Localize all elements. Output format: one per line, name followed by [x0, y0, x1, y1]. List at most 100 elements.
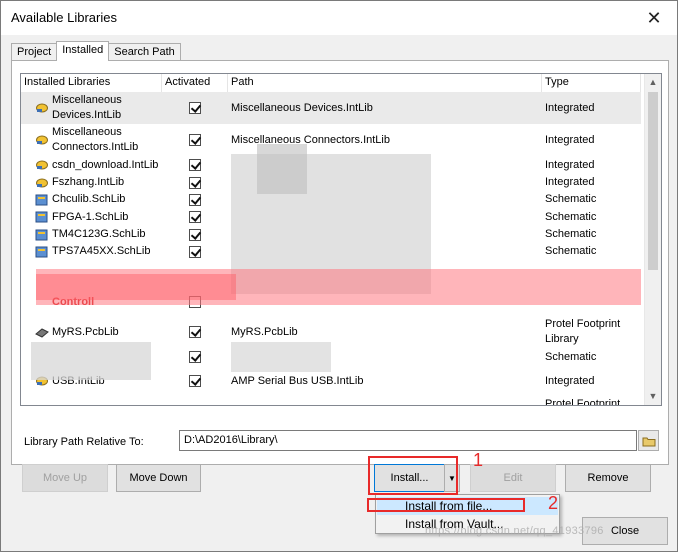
install-dropdown-arrow-icon[interactable]: ▼ — [444, 464, 460, 492]
header-activated[interactable]: Activated — [162, 74, 228, 92]
table-row[interactable]: Miscellaneous Devices.IntLib Miscellaneou… — [21, 92, 641, 124]
library-name-text: TPS7A45XX.SchLib — [52, 245, 151, 257]
library-name-text: Controll — [52, 295, 95, 308]
table-row[interactable]: Fszhang.IntLib Integrated — [21, 174, 641, 191]
activated-checkbox[interactable] — [189, 193, 201, 206]
cell-type: Integrated — [545, 176, 595, 188]
tab-search-path[interactable]: Search Path — [108, 43, 181, 61]
cell-activated — [162, 243, 228, 260]
table-row[interactable]: Controll — [21, 288, 641, 316]
cell-library-name: Fszhang.IntLib — [21, 174, 162, 191]
annotation-number-2: 2 — [548, 493, 559, 513]
cell-type: Integrated — [545, 101, 595, 114]
table-row[interactable]: MyRS.PcbLib MyRS.PcbLib Protel Footprint L… — [21, 316, 641, 348]
cell-library-name: FPGA-1.SchLib — [21, 208, 162, 226]
activated-checkbox[interactable] — [189, 326, 201, 338]
integrated-lib-icon — [35, 134, 49, 146]
cell-library-name: USB.IntLib — [21, 366, 162, 396]
cell-path: Miscellaneous Devices.IntLib — [231, 102, 373, 114]
list-header: Installed Libraries Activated Path Type — [21, 74, 641, 92]
cell-activated — [162, 316, 228, 348]
cell-activated — [162, 288, 228, 316]
library-name-text: FPGA-1.SchLib — [52, 210, 129, 223]
integrated-lib-icon — [35, 102, 49, 114]
cell-path — [228, 288, 542, 316]
activated-checkbox[interactable] — [189, 134, 201, 146]
tab-installed[interactable]: Installed — [56, 41, 110, 61]
cell-type: Integrated — [545, 158, 595, 171]
cell-library-name: Chculib.SchLib — [21, 191, 162, 208]
cell-library-name: Miscellaneous Devices.IntLib — [21, 92, 162, 124]
watermark-text: https://blog.csdn.net/qq_41933796 — [425, 525, 604, 537]
remove-button[interactable]: Remove — [565, 464, 651, 492]
cell-activated — [162, 124, 228, 156]
table-row[interactable]: TM4C123G.SchLib Schematic — [21, 226, 641, 243]
cell-type — [542, 288, 641, 316]
tab-strip: Project Installed Search Path — [11, 41, 181, 61]
cell-activated — [162, 92, 228, 124]
library-name-text: TM4C123G.SchLib — [52, 228, 146, 240]
table-row[interactable]: Miscellaneous Connectors.IntLib Miscellan… — [21, 124, 641, 156]
cell-path: Miscellaneous Connectors.IntLib — [231, 134, 390, 146]
browse-folder-button[interactable] — [638, 430, 659, 451]
schlib-icon — [35, 211, 49, 223]
header-path[interactable]: Path — [228, 74, 542, 92]
tab-project[interactable]: Project — [11, 43, 58, 61]
cell-type: Integrated — [545, 374, 595, 387]
cell-path — [228, 226, 542, 243]
move-up-button[interactable]: Move Up — [22, 464, 108, 492]
activated-checkbox[interactable] — [189, 375, 201, 387]
activated-checkbox[interactable] — [189, 245, 201, 258]
cell-activated — [162, 396, 228, 405]
available-libraries-dialog: Available Libraries ✕ Project Installed … — [0, 0, 678, 552]
table-row[interactable]: Chculib.SchLib Schematic — [21, 191, 641, 208]
move-down-button[interactable]: Move Down — [116, 464, 201, 492]
cell-activated — [162, 191, 228, 208]
header-type[interactable]: Type — [542, 74, 641, 92]
library-name-text: csdn_download.IntLib — [52, 158, 159, 171]
cell-library-name: TPS7A45XX.SchLib — [21, 243, 162, 260]
table-row[interactable]: csdn_download.IntLib Integrated — [21, 156, 641, 174]
cell-type: Protel Footprint Library — [545, 398, 621, 406]
activated-checkbox[interactable] — [189, 228, 201, 241]
table-row[interactable]: USB.IntLib AMP Serial Bus USB.IntLib Integ… — [21, 366, 641, 396]
activated-checkbox[interactable] — [189, 102, 201, 114]
cell-activated — [162, 208, 228, 226]
cell-path — [228, 348, 542, 366]
vertical-scrollbar[interactable]: ▲ ▼ — [644, 74, 661, 405]
table-row[interactable]: TPS7A45XX.SchLib Schematic — [21, 243, 641, 260]
title-bar: Available Libraries ✕ — [1, 1, 677, 35]
scroll-down-icon[interactable]: ▼ — [645, 388, 661, 405]
header-installed-libraries[interactable]: Installed Libraries — [21, 74, 162, 92]
activated-checkbox[interactable] — [189, 176, 201, 189]
activated-checkbox[interactable] — [189, 296, 201, 308]
table-row[interactable]: Schematic — [21, 348, 641, 366]
activated-checkbox[interactable] — [189, 211, 201, 223]
installed-libraries-list[interactable]: Installed Libraries Activated Path Type … — [20, 73, 662, 406]
library-name-text: Miscellaneous Devices.IntLib — [52, 94, 122, 121]
cell-activated — [162, 174, 228, 191]
library-name-text: Miscellaneous Connectors.IntLib — [52, 126, 139, 153]
cell-library-name: TM4C123G.SchLib — [21, 226, 162, 243]
activated-checkbox[interactable] — [189, 159, 201, 171]
library-name-text: USB.IntLib — [52, 374, 105, 387]
table-row[interactable]: Micro USB.PcbLib micro_usb_封装\Micro USB.P… — [21, 396, 641, 406]
activated-checkbox[interactable] — [189, 351, 201, 363]
install-button[interactable]: Install... — [374, 464, 445, 492]
library-path-field[interactable]: D:\AD2016\Library\ — [179, 430, 637, 451]
close-icon[interactable]: ✕ — [643, 7, 665, 29]
scroll-thumb[interactable] — [648, 92, 658, 270]
library-name-text: Micro USB.PcbLib — [52, 405, 141, 406]
cell-library-name: Micro USB.PcbLib — [21, 396, 162, 406]
cell-library-name: csdn_download.IntLib — [21, 156, 162, 174]
table-row[interactable]: FPGA-1.SchLib Schematic — [21, 208, 641, 226]
dialog-title: Available Libraries — [11, 10, 117, 25]
install-from-file-item[interactable]: Install from file... — [377, 497, 558, 515]
integrated-lib-icon — [35, 375, 49, 387]
annotation-number-1: 1 — [473, 450, 484, 470]
cell-library-name: Controll — [21, 288, 162, 316]
cell-type: Schematic — [545, 193, 597, 205]
scroll-up-icon[interactable]: ▲ — [645, 74, 661, 91]
integrated-lib-icon — [35, 177, 49, 189]
cell-path — [228, 156, 542, 174]
